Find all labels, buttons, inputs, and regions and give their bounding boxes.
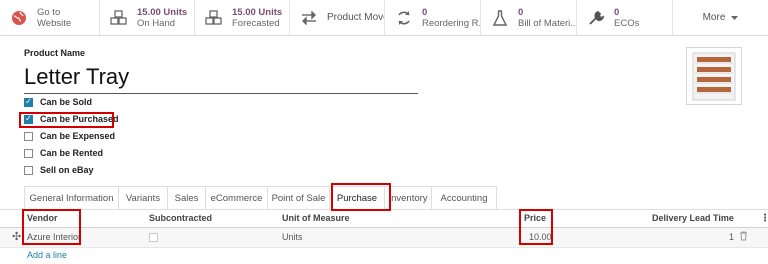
on-hand-value: 15.00 Units xyxy=(137,6,188,18)
lead-time-cell[interactable]: 1 xyxy=(729,232,734,242)
more-label: More xyxy=(702,12,726,23)
highlight-price xyxy=(519,209,553,245)
highlight-vendor xyxy=(22,209,81,245)
sell-on-ebay-checkbox[interactable]: Sell on eBay xyxy=(24,165,94,175)
can-be-expensed-label: Can be Expensed xyxy=(40,131,116,141)
go-to-website-button[interactable]: Go to Website xyxy=(0,0,100,35)
drag-handle-icon[interactable]: ✣ xyxy=(12,230,21,243)
go-to-line2: Website xyxy=(37,17,72,29)
bom-value: 0 xyxy=(518,6,524,18)
flask-icon xyxy=(490,8,510,28)
reordering-rules-button[interactable]: 0 Reordering R... xyxy=(385,0,481,35)
empty-checkbox-icon xyxy=(24,131,33,141)
column-options-icon[interactable]: ⋮ xyxy=(760,213,768,224)
empty-checkbox-icon xyxy=(24,148,33,158)
exchange-icon xyxy=(299,8,319,28)
column-subcontracted[interactable]: Subcontracted xyxy=(149,213,212,223)
subcontracted-checkbox[interactable] xyxy=(149,233,158,242)
letter-tray-image[interactable] xyxy=(686,47,742,105)
tab-point-of-sale[interactable]: Point of Sale xyxy=(267,186,330,210)
go-to-line1: Go to xyxy=(37,6,61,18)
refresh-icon xyxy=(394,8,414,28)
uom-cell[interactable]: Units xyxy=(282,232,303,242)
wrench-icon xyxy=(586,8,606,28)
cubes-icon xyxy=(204,8,224,28)
can-be-sold-checkbox[interactable]: ✓ Can be Sold xyxy=(24,97,92,107)
empty-checkbox-icon xyxy=(24,165,33,175)
cubes-icon xyxy=(109,8,129,28)
tab-accounting[interactable]: Accounting xyxy=(431,186,497,210)
add-a-line-link[interactable]: Add a line xyxy=(27,250,67,260)
product-name-field[interactable]: Letter Tray xyxy=(24,63,418,94)
ecos-value: 0 xyxy=(614,6,620,18)
bom-label: Bill of Materi... xyxy=(518,17,576,29)
can-be-rented-checkbox[interactable]: Can be Rented xyxy=(24,148,103,158)
tab-sales[interactable]: Sales xyxy=(167,186,206,210)
forecasted-value: 15.00 Units xyxy=(232,6,283,18)
tab-inventory[interactable]: Inventory xyxy=(384,186,432,210)
table-row[interactable] xyxy=(0,228,768,248)
on-hand-button[interactable]: 15.00 Units On Hand xyxy=(100,0,195,35)
on-hand-label: On Hand xyxy=(137,17,176,29)
can-be-sold-label: Can be Sold xyxy=(40,97,93,107)
highlight-purchase-tab xyxy=(331,183,391,211)
smart-button-bar: Go to Website 15.00 Units On Hand 15.00 Un… xyxy=(0,0,768,36)
reordering-label: Reordering R... xyxy=(422,17,480,29)
reordering-value: 0 xyxy=(422,6,428,18)
more-button[interactable]: More xyxy=(673,0,768,35)
product-moves-button[interactable]: Product Moves xyxy=(290,0,385,35)
product-name-label: Product Name xyxy=(24,48,86,58)
product-moves-label: Product Moves xyxy=(327,11,384,23)
forecasted-label: Forecasted xyxy=(232,17,280,29)
tab-ecommerce[interactable]: eCommerce xyxy=(205,186,268,210)
column-unit-of-measure[interactable]: Unit of Measure xyxy=(282,213,350,223)
tab-general-information[interactable]: General Information xyxy=(24,186,119,210)
can-be-rented-label: Can be Rented xyxy=(40,148,104,158)
trash-icon[interactable] xyxy=(739,231,748,243)
caret-down-icon xyxy=(731,12,739,23)
ecos-button[interactable]: 0 ECOs xyxy=(577,0,673,35)
column-delivery-lead-time[interactable]: Delivery Lead Time xyxy=(652,213,734,223)
ecos-label: ECOs xyxy=(614,17,640,29)
sell-on-ebay-label: Sell on eBay xyxy=(40,165,94,175)
can-be-expensed-checkbox[interactable]: Can be Expensed xyxy=(24,131,115,141)
checkmark-icon: ✓ xyxy=(24,97,33,107)
forecasted-button[interactable]: 15.00 Units Forecasted xyxy=(195,0,290,35)
bill-of-materials-button[interactable]: 0 Bill of Materi... xyxy=(481,0,577,35)
globe-icon xyxy=(9,8,29,28)
tab-variants[interactable]: Variants xyxy=(118,186,168,210)
highlight-can-be-purchased xyxy=(19,112,114,128)
notebook-tabs: General Information Variants Sales eComm… xyxy=(24,186,497,210)
